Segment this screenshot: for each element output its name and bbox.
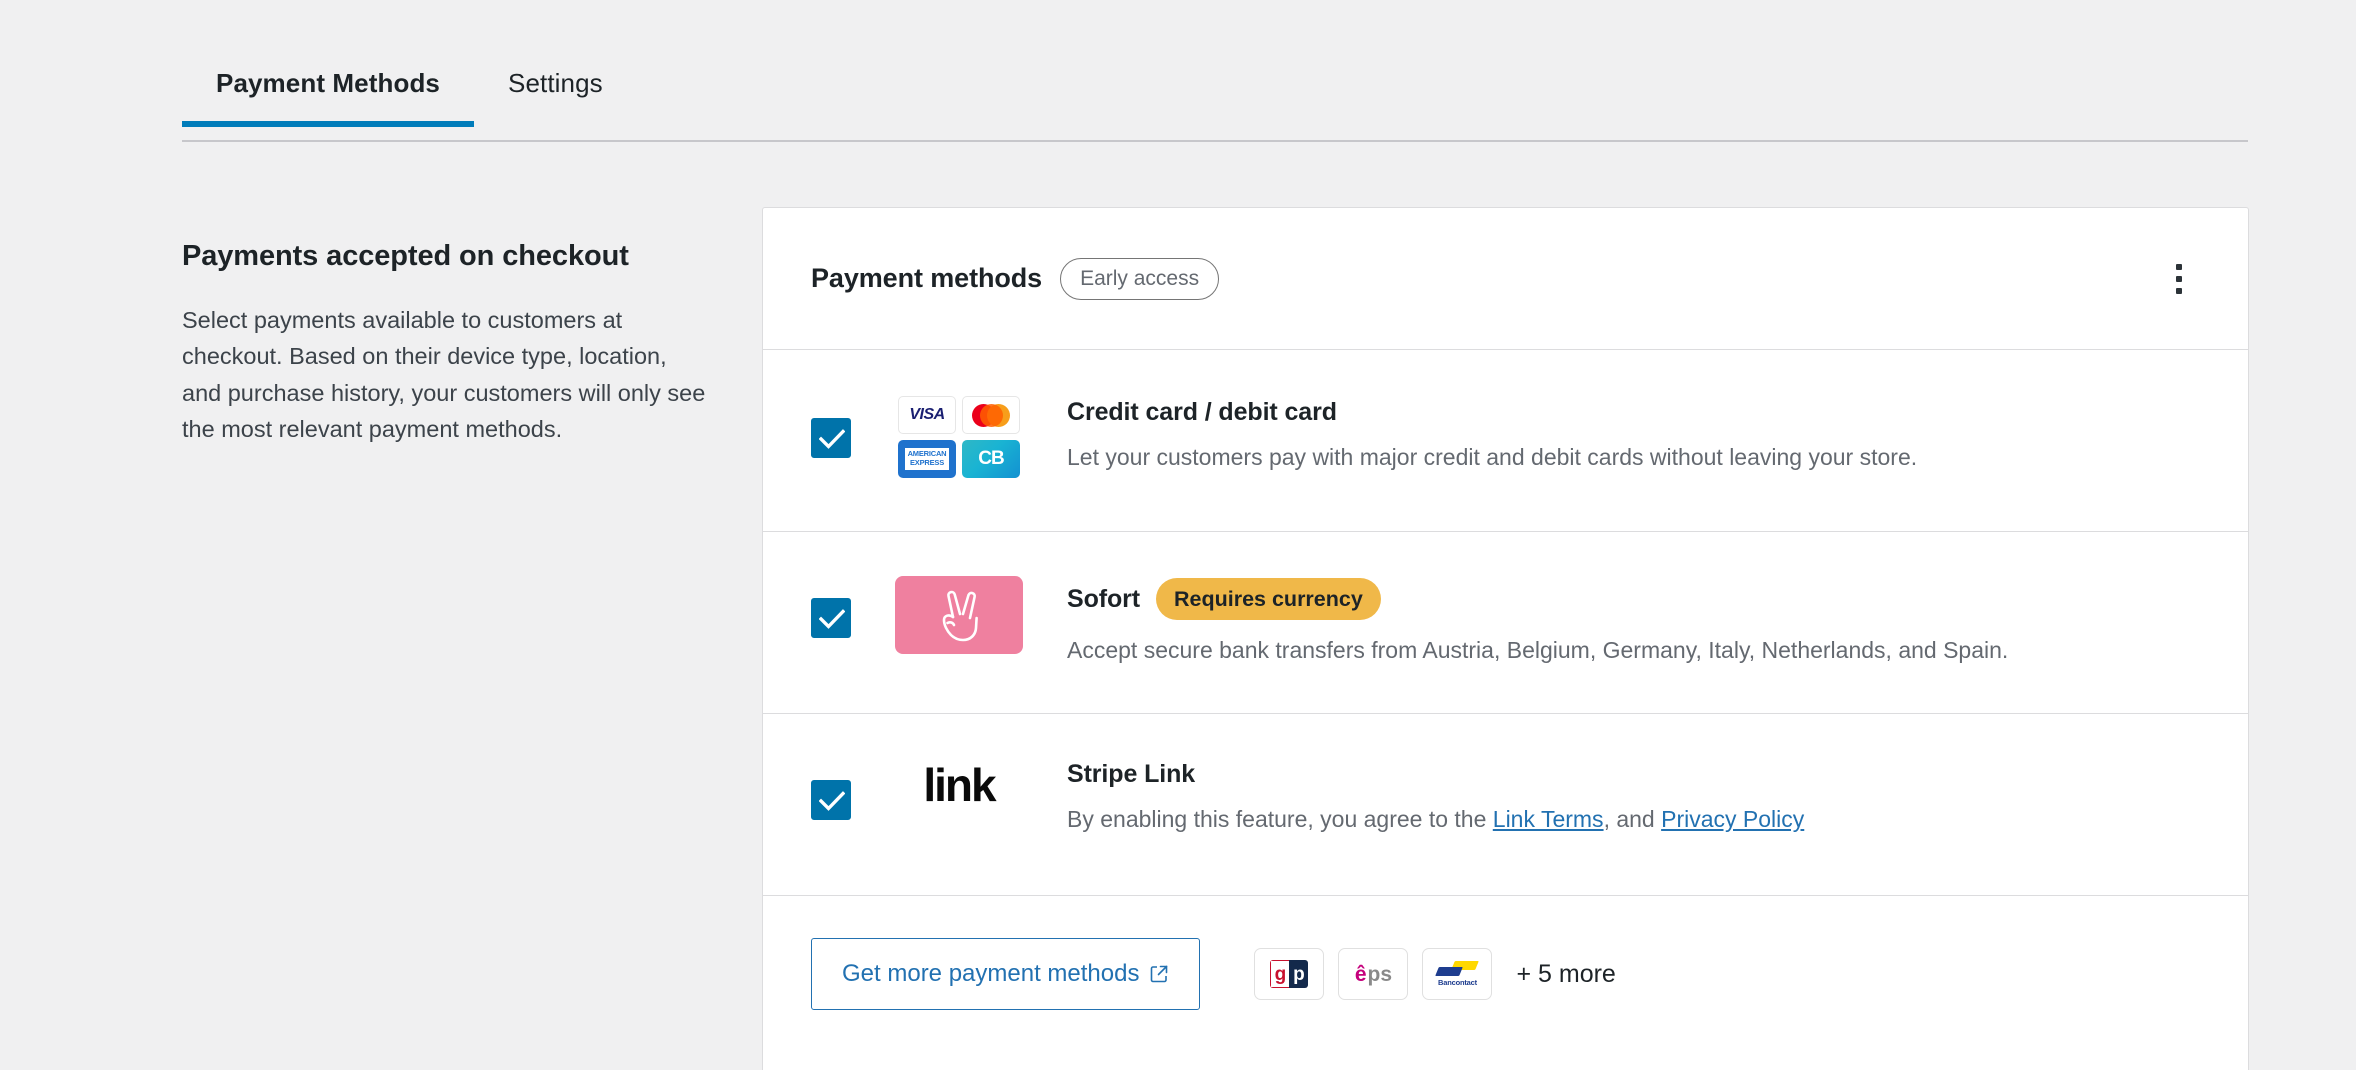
card-footer: Get more payment methods g p ê ps Bancon…: [763, 896, 2248, 1070]
sofort-icon: [895, 576, 1023, 654]
stripe-link-logo-slot: link: [895, 758, 1023, 812]
payment-methods-card: Payment methods Early access VISA AMERIC…: [762, 207, 2249, 1070]
credit-card-logos: VISA AMERICAN EXPRESS CB: [895, 396, 1023, 478]
check-icon: [819, 791, 845, 811]
sofort-title: Sofort: [1067, 584, 1140, 613]
tab-bar: Payment Methods Settings: [182, 58, 2248, 142]
tab-settings[interactable]: Settings: [474, 58, 637, 125]
card-header-left: Payment methods Early access: [811, 257, 1220, 300]
get-more-payment-methods-label: Get more payment methods: [842, 960, 1140, 987]
payment-method-row-credit-card: VISA AMERICAN EXPRESS CB Credit card / d…: [763, 350, 2248, 532]
link-terms-prefix: By enabling this feature, you agree to t…: [1067, 806, 1493, 832]
visa-label: VISA: [909, 406, 945, 423]
cartes-bancaires-icon: CB: [962, 440, 1020, 478]
giropay-g: g: [1270, 960, 1290, 988]
card-title: Payment methods: [811, 263, 1043, 293]
early-access-badge: Early access: [1060, 257, 1220, 300]
checkbox-credit-card[interactable]: [811, 418, 851, 458]
get-more-payment-methods-button[interactable]: Get more payment methods: [811, 938, 1201, 1010]
checkbox-sofort[interactable]: [811, 598, 851, 638]
external-link-icon: [1151, 965, 1168, 983]
credit-card-body: Credit card / debit card Let your custom…: [1067, 396, 2200, 474]
more-methods-count: + 5 more: [1516, 959, 1616, 988]
card-header: Payment methods Early access: [763, 208, 2248, 350]
eps-ps: ps: [1367, 962, 1393, 986]
stripe-link-title: Stripe Link: [1067, 760, 1196, 788]
tab-settings-label: Settings: [508, 68, 603, 98]
tab-payment-methods-label: Payment Methods: [216, 68, 440, 98]
sofort-description: Accept secure bank transfers from Austri…: [1067, 637, 2009, 663]
kebab-dot: [2176, 263, 2182, 270]
kebab-menu-icon[interactable]: [2152, 252, 2206, 306]
peace-hand-icon: [942, 590, 978, 642]
giropay-p: p: [1289, 960, 1309, 988]
requires-currency-badge: Requires currency: [1156, 578, 1381, 620]
additional-payment-logos: g p ê ps Bancontact: [1254, 948, 1493, 1000]
amex-icon: AMERICAN EXPRESS: [898, 440, 956, 478]
eps-icon: ê ps: [1338, 948, 1409, 1000]
link-terms-separator: , and: [1603, 806, 1662, 832]
payment-method-row-stripe-link: link Stripe Link By enabling this featur…: [763, 714, 2248, 896]
amex-line2: EXPRESS: [909, 458, 944, 467]
privacy-policy-link[interactable]: Privacy Policy: [1661, 806, 1804, 832]
stripe-link-description: By enabling this feature, you agree to t…: [1067, 803, 2200, 836]
credit-card-title: Credit card / debit card: [1067, 398, 1337, 426]
eps-e: ê: [1354, 962, 1367, 986]
mastercard-icon: [962, 396, 1020, 434]
payment-method-row-sofort: Sofort Requires currency Accept secure b…: [763, 532, 2248, 714]
link-icon: link: [923, 759, 996, 811]
page-description: Select payments available to customers a…: [182, 306, 706, 442]
cb-label: CB: [978, 448, 1004, 469]
check-icon: [819, 609, 845, 629]
kebab-dot: [2176, 275, 2182, 282]
kebab-dot: [2176, 287, 2182, 294]
sofort-body: Sofort Requires currency Accept secure b…: [1067, 576, 2200, 667]
tab-payment-methods[interactable]: Payment Methods: [182, 58, 474, 127]
bancontact-label: Bancontact: [1438, 978, 1477, 987]
stripe-link-body: Stripe Link By enabling this feature, yo…: [1067, 758, 2200, 836]
left-info-panel: Payments accepted on checkout Select pay…: [182, 238, 712, 447]
checkbox-stripe-link[interactable]: [811, 780, 851, 820]
sofort-logo-slot: [895, 576, 1023, 654]
bancontact-icon: Bancontact: [1422, 948, 1493, 1000]
credit-card-description: Let your customers pay with major credit…: [1067, 444, 1918, 470]
visa-icon: VISA: [898, 396, 956, 434]
page-title: Payments accepted on checkout: [182, 240, 629, 272]
giropay-icon: g p: [1254, 948, 1325, 1000]
link-terms-link[interactable]: Link Terms: [1493, 806, 1604, 832]
check-icon: [819, 429, 845, 449]
